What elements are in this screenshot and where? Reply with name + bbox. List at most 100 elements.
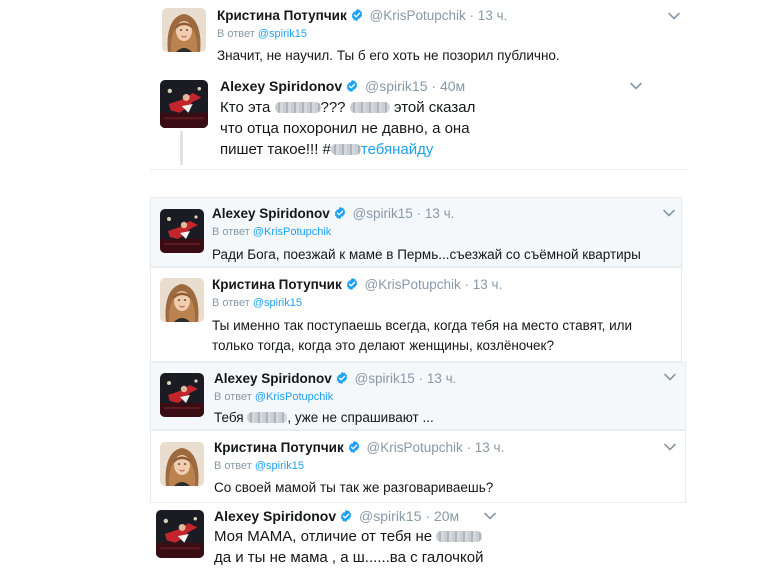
display-name[interactable]: Кристина Потупчик (212, 277, 342, 292)
tweet-text: Со своей мамой ты так же разговариваешь? (214, 480, 494, 495)
display-name[interactable]: Кристина Потупчик (217, 8, 347, 23)
tweet-text: Кто эта ??? этой сказал что отца похорон… (220, 97, 490, 160)
alexey-avatar[interactable] (160, 80, 208, 128)
separator: · (425, 508, 431, 524)
text-segment: ??? (320, 99, 350, 116)
kristina-avatar[interactable] (160, 278, 204, 322)
separator: · (469, 8, 475, 23)
separator: · (416, 206, 422, 221)
verified-badge-icon (345, 277, 359, 291)
reply-to-link[interactable]: @KrisPotupchik (255, 391, 333, 403)
text-segment: да и ты не мама , а ш......ва с галочкой (214, 549, 484, 566)
text-segment: Моя МАМА, отличие от тебя не (214, 528, 437, 545)
display-name[interactable]: Alexey Spiridonov (214, 508, 336, 524)
user-handle[interactable]: @spirik15 (353, 206, 413, 221)
timestamp[interactable]: 20м (434, 508, 459, 524)
reply-to-link[interactable]: @spirik15 (258, 28, 307, 40)
thread-connector (180, 131, 183, 165)
tweet-alexey-2[interactable]: Alexey Spiridonov @spirik15 · 40м Кто эт… (150, 72, 688, 170)
censored-word (349, 102, 390, 113)
timestamp[interactable]: 13 ч. (473, 277, 503, 292)
chevron-down-icon[interactable] (630, 82, 642, 90)
reply-to-link[interactable]: @KrisPotupchik (253, 226, 331, 238)
tweet-header: Alexey Spiridonov @spirik15 · 20м (214, 507, 459, 525)
timestamp[interactable]: 13 ч. (475, 440, 505, 455)
tweet-kristina-1[interactable]: Кристина Потупчик @KrisPotupchik · 13 ч.… (150, 0, 690, 72)
tweet-alexey-3[interactable]: Alexey Spiridonov @spirik15 · 13 ч. В от… (150, 197, 682, 267)
tweet-header: Alexey Spiridonov @spirik15 · 13 ч. (214, 370, 456, 388)
reply-prefix: В ответ (214, 391, 252, 403)
tweet-text: Ты именно так поступаешь всегда, когда т… (212, 318, 633, 353)
text-segment: Кто эта (220, 99, 275, 116)
tweet-kristina-4[interactable]: Кристина Потупчик @KrisPotupchik · 13 ч.… (150, 267, 682, 362)
timestamp[interactable]: 13 ч. (427, 371, 457, 386)
tweet-text: Тебя , уже не спрашивают ... (214, 408, 674, 428)
alexey-avatar[interactable] (160, 209, 204, 253)
separator: · (431, 78, 437, 94)
tweet-header: Alexey Spiridonov @spirik15 · 40м (220, 77, 465, 95)
tweet-text: Значит, не научил. Ты б его хоть не позо… (217, 48, 560, 63)
reply-prefix: В ответ (217, 28, 255, 40)
chevron-down-icon[interactable] (668, 12, 680, 20)
timestamp[interactable]: 40м (440, 78, 465, 94)
alexey-avatar[interactable] (156, 510, 204, 558)
display-name[interactable]: Alexey Spiridonov (212, 206, 330, 221)
censored-word (274, 102, 321, 113)
tweet-header: Кристина Потупчик @KrisPotupchik · 13 ч. (212, 276, 502, 294)
verified-badge-icon (339, 509, 353, 523)
text-segment: этой сказал (389, 99, 476, 116)
censored-word (330, 144, 361, 155)
verified-badge-icon (335, 371, 349, 385)
reply-context: В ответ @KrisPotupchik (212, 226, 331, 238)
display-name[interactable]: Alexey Spiridonov (220, 78, 342, 94)
user-handle[interactable]: @spirik15 (355, 371, 415, 386)
tweet-text: Ради Бога, поезжай к маме в Пермь...съез… (212, 247, 641, 262)
timestamp[interactable]: 13 ч. (425, 206, 455, 221)
user-handle[interactable]: @KrisPotupchik (370, 8, 466, 23)
tweet-header: Alexey Spiridonov @spirik15 · 13 ч. (212, 205, 454, 223)
verified-badge-icon (347, 440, 361, 454)
timestamp[interactable]: 13 ч. (478, 8, 508, 23)
user-handle[interactable]: @KrisPotupchik (367, 440, 463, 455)
reply-prefix: В ответ (212, 297, 250, 309)
user-handle[interactable]: @spirik15 (365, 78, 427, 94)
alexey-avatar[interactable] (160, 373, 204, 417)
reply-prefix: В ответ (212, 226, 250, 238)
tweet-header: Кристина Потупчик @KrisPotupchik · 13 ч. (217, 7, 507, 25)
text-segment: что отца похоронил не давно, а она (220, 120, 470, 137)
reply-to-link[interactable]: @spirik15 (253, 297, 302, 309)
reply-context: В ответ @spirik15 (217, 28, 307, 40)
kristina-avatar[interactable] (160, 442, 204, 486)
censored-word (436, 531, 483, 542)
tweet-kristina-6[interactable]: Кристина Потупчик @KrisPotupchik · 13 ч.… (150, 430, 686, 503)
kristina-avatar[interactable] (162, 8, 206, 52)
text-segment: Тебя (214, 410, 248, 425)
separator: · (418, 371, 424, 386)
user-handle[interactable]: @spirik15 (359, 508, 421, 524)
text-segment: , уже не спрашивают ... (287, 410, 434, 425)
separator: · (466, 440, 472, 455)
display-name[interactable]: Alexey Spiridonov (214, 371, 332, 386)
tweet-alexey-7[interactable]: Alexey Spiridonov @spirik15 · 20м Моя МА… (150, 503, 686, 570)
text-segment: пишет такое!!! # (220, 141, 331, 158)
tweet-text: Моя МАМА, отличие от тебя не да и ты не … (214, 526, 504, 568)
reply-prefix: В ответ (214, 460, 252, 472)
tweet-header: Кристина Потупчик @KrisPotupchik · 13 ч. (214, 439, 504, 457)
chevron-down-icon[interactable] (663, 209, 675, 217)
verified-badge-icon (333, 206, 347, 220)
verified-badge-icon (345, 79, 359, 93)
chevron-down-icon[interactable] (484, 512, 496, 520)
censored-word (247, 412, 288, 423)
verified-badge-icon (350, 8, 364, 22)
reply-context: В ответ @spirik15 (214, 460, 304, 472)
reply-context: В ответ @KrisPotupchik (214, 391, 333, 403)
separator: · (464, 277, 470, 292)
user-handle[interactable]: @KrisPotupchik (365, 277, 461, 292)
tweet-alexey-5[interactable]: Alexey Spiridonov @spirik15 · 13 ч. В от… (150, 362, 686, 430)
chevron-down-icon[interactable] (664, 373, 676, 381)
reply-context: В ответ @spirik15 (212, 297, 302, 309)
chevron-down-icon[interactable] (664, 443, 676, 451)
reply-to-link[interactable]: @spirik15 (255, 460, 304, 472)
display-name[interactable]: Кристина Потупчик (214, 440, 344, 455)
hashtag-link[interactable]: тебянайду (361, 141, 434, 158)
